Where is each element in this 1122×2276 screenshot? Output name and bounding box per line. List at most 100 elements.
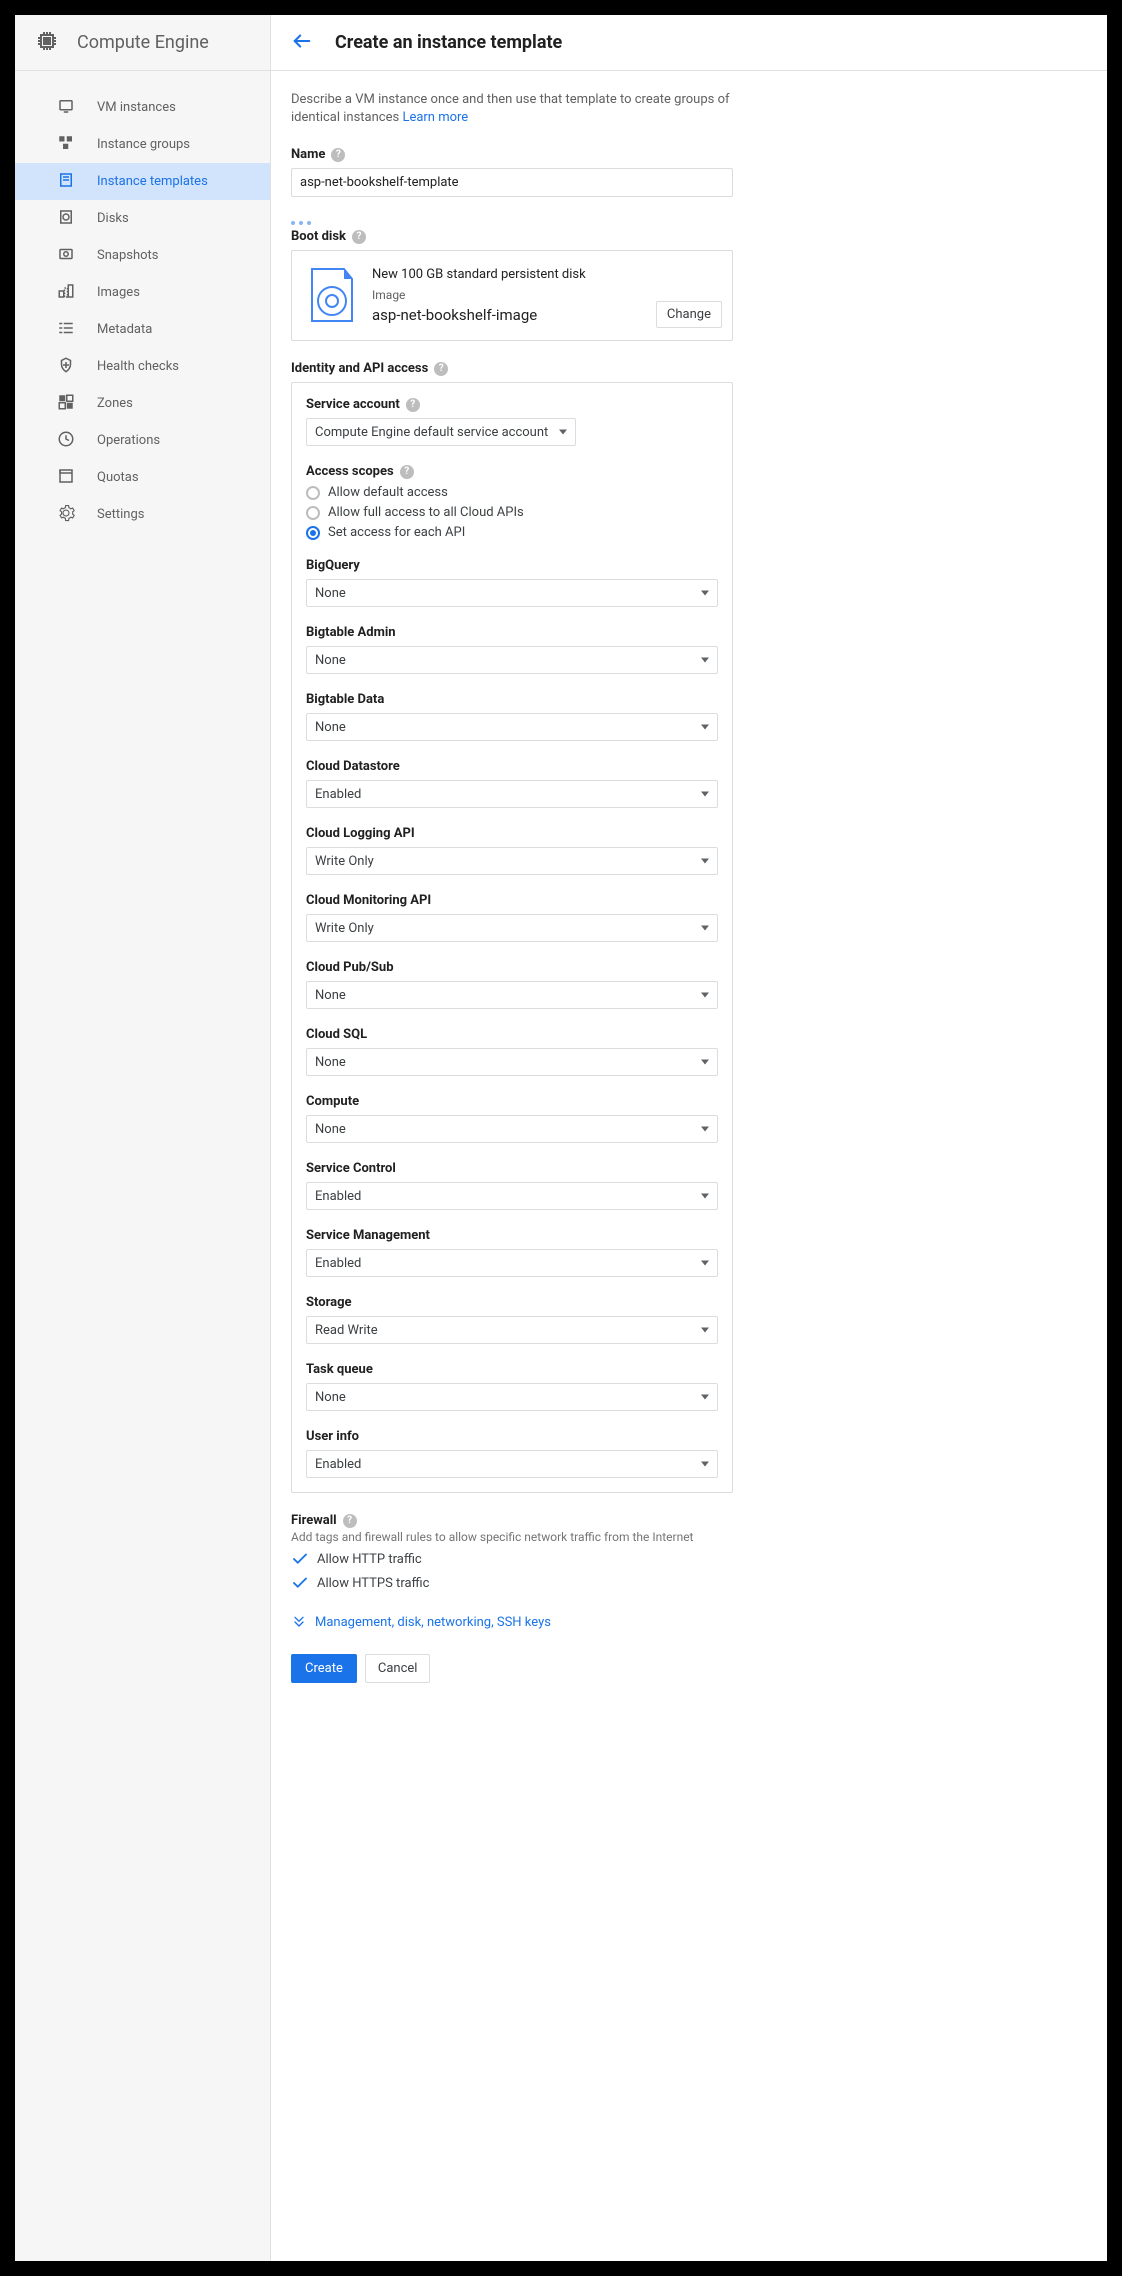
metadata-icon: [57, 319, 75, 341]
disk-icon: [308, 267, 356, 323]
sidebar-item-label: Metadata: [97, 322, 152, 337]
api-label: Cloud Monitoring API: [306, 893, 718, 908]
api-scope-select[interactable]: None: [306, 1048, 718, 1076]
learn-more-link[interactable]: Learn more: [402, 110, 468, 125]
help-icon[interactable]: ?: [343, 1514, 357, 1528]
sidebar-item-instance-groups[interactable]: Instance groups: [15, 126, 270, 163]
vm-icon: [57, 97, 75, 119]
operations-icon: [57, 430, 75, 452]
create-button[interactable]: Create: [291, 1654, 357, 1683]
api-label: User info: [306, 1429, 718, 1444]
sidebar-item-label: Zones: [97, 396, 133, 411]
api-label: Cloud Datastore: [306, 759, 718, 774]
sidebar-item-snapshots[interactable]: Snapshots: [15, 237, 270, 274]
firewall-checkbox[interactable]: Allow HTTP traffic: [291, 1550, 1087, 1568]
help-icon[interactable]: ?: [400, 465, 414, 479]
help-icon[interactable]: ?: [434, 362, 448, 376]
sidebar-item-label: Health checks: [97, 359, 179, 374]
help-icon[interactable]: ?: [406, 398, 420, 412]
checkmark-icon: [291, 1574, 309, 1592]
api-scope-block: ComputeNone: [306, 1094, 718, 1143]
api-label: Storage: [306, 1295, 718, 1310]
access-scope-radio[interactable]: Allow default access: [306, 485, 718, 500]
sidebar-item-settings[interactable]: Settings: [15, 496, 270, 533]
api-scope-select[interactable]: Read Write: [306, 1316, 718, 1344]
api-scope-select[interactable]: Write Only: [306, 914, 718, 942]
sidebar-item-label: Quotas: [97, 470, 139, 485]
boot-disk-label: Boot disk?: [291, 229, 1087, 244]
sidebar-item-operations[interactable]: Operations: [15, 422, 270, 459]
api-scope-select[interactable]: Write Only: [306, 847, 718, 875]
help-icon[interactable]: ?: [331, 148, 345, 162]
disk-summary: New 100 GB standard persistent disk: [372, 267, 716, 282]
radio-label: Allow default access: [328, 485, 448, 500]
radio-icon: [306, 526, 320, 540]
sidebar-item-zones[interactable]: Zones: [15, 385, 270, 422]
api-label: Cloud Logging API: [306, 826, 718, 841]
image-label: Image: [372, 288, 716, 302]
cancel-button[interactable]: Cancel: [365, 1654, 431, 1683]
sidebar-item-quotas[interactable]: Quotas: [15, 459, 270, 496]
boot-disk-card: New 100 GB standard persistent disk Imag…: [291, 250, 733, 341]
sidebar-item-instance-templates[interactable]: Instance templates: [15, 163, 270, 200]
checkbox-label: Allow HTTPS traffic: [317, 1576, 429, 1591]
api-label: Cloud Pub/Sub: [306, 960, 718, 975]
zones-icon: [57, 393, 75, 415]
change-button[interactable]: Change: [656, 301, 722, 328]
groups-icon: [57, 134, 75, 156]
api-scope-block: Service ManagementEnabled: [306, 1228, 718, 1277]
sidebar-item-images[interactable]: Images: [15, 274, 270, 311]
service-account-label: Service account?: [306, 397, 718, 412]
radio-icon: [306, 506, 320, 520]
api-label: Service Control: [306, 1161, 718, 1176]
sidebar-nav: VM instances Instance groups Instance temp…: [15, 71, 270, 533]
api-scope-select[interactable]: None: [306, 713, 718, 741]
identity-label: Identity and API access?: [291, 361, 1087, 376]
firewall-description: Add tags and firewall rules to allow spe…: [291, 1530, 1087, 1544]
api-scope-select[interactable]: None: [306, 1115, 718, 1143]
api-scope-block: Bigtable Admin None: [306, 625, 718, 674]
api-label: Cloud SQL: [306, 1027, 718, 1042]
compute-engine-icon: [35, 29, 59, 57]
health-icon: [57, 356, 75, 378]
back-arrow-icon[interactable]: [291, 30, 313, 56]
sidebar-item-vm-instances[interactable]: VM instances: [15, 89, 270, 126]
sidebar-item-disks[interactable]: Disks: [15, 200, 270, 237]
sidebar-item-label: Instance templates: [97, 174, 208, 189]
api-scope-select[interactable]: None: [306, 579, 718, 607]
sidebar-item-health-checks[interactable]: Health checks: [15, 348, 270, 385]
quotas-icon: [57, 467, 75, 489]
help-icon[interactable]: ?: [352, 230, 366, 244]
expand-management-link[interactable]: Management, disk, networking, SSH keys: [291, 1614, 1087, 1630]
api-scope-select[interactable]: None: [306, 1383, 718, 1411]
access-scopes-radio-group: Allow default access Allow full access to…: [306, 485, 718, 540]
sidebar-item-label: Disks: [97, 211, 129, 226]
api-scope-block: Storage Read Write: [306, 1295, 718, 1344]
chevron-double-down-icon: [291, 1614, 307, 1630]
more-options-dots-icon[interactable]: [291, 221, 1087, 225]
api-scope-select[interactable]: Enabled: [306, 1249, 718, 1277]
service-account-select[interactable]: Compute Engine default service account: [306, 418, 576, 446]
sidebar-item-label: VM instances: [97, 100, 176, 115]
api-scope-block: Cloud SQL None: [306, 1027, 718, 1076]
checkmark-icon: [291, 1550, 309, 1568]
access-scope-radio[interactable]: Set access for each API: [306, 525, 718, 540]
api-scope-select[interactable]: Enabled: [306, 1450, 718, 1478]
api-label: Bigtable Admin: [306, 625, 718, 640]
access-scope-radio[interactable]: Allow full access to all Cloud APIs: [306, 505, 718, 520]
snapshot-icon: [57, 245, 75, 267]
sidebar-item-label: Images: [97, 285, 140, 300]
api-scope-select[interactable]: Enabled: [306, 1182, 718, 1210]
page-description: Describe a VM instance once and then use…: [291, 91, 731, 127]
api-scope-select[interactable]: Enabled: [306, 780, 718, 808]
firewall-checkbox[interactable]: Allow HTTPS traffic: [291, 1574, 1087, 1592]
sidebar-item-metadata[interactable]: Metadata: [15, 311, 270, 348]
api-scope-block: Service Control Enabled: [306, 1161, 718, 1210]
api-scope-select[interactable]: None: [306, 981, 718, 1009]
api-label: Task queue: [306, 1362, 718, 1377]
name-label: Name?: [291, 147, 1087, 162]
name-input[interactable]: [291, 168, 733, 197]
image-icon: [57, 282, 75, 304]
api-scope-select[interactable]: None: [306, 646, 718, 674]
sidebar-item-label: Instance groups: [97, 137, 190, 152]
